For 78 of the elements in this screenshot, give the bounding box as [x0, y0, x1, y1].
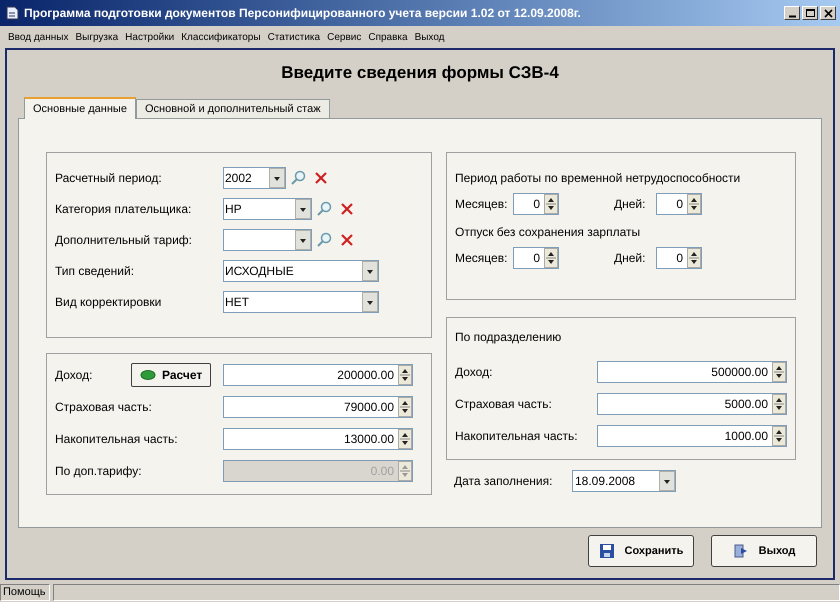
group-title: По подразделению — [455, 329, 562, 346]
field-label: Страховая часть: — [455, 396, 553, 413]
number-field[interactable]: 0 — [656, 193, 702, 215]
spin-arrows-icon — [398, 397, 412, 417]
menu-item[interactable]: Справка — [368, 30, 408, 44]
search-icon[interactable] — [290, 170, 306, 186]
field-label: Дополнительный тариф: — [55, 232, 193, 249]
field-label: Месяцев: — [455, 196, 508, 213]
group-title: Период работы по временной нетрудоспособности — [455, 170, 742, 187]
clear-icon[interactable] — [340, 202, 354, 216]
field-label: Расчетный период: — [55, 170, 163, 187]
field-label: Накопительная часть: — [455, 428, 579, 445]
field-label: Вид корректировки — [55, 294, 162, 311]
door-arrow-icon — [732, 543, 749, 559]
close-button[interactable] — [820, 6, 836, 20]
number-field[interactable]: 0 — [513, 193, 559, 215]
window-title: Программа подготовки документов Персонифицированного учета версии 1.02 от 12.09.2008г. — [24, 5, 582, 22]
number-field[interactable]: 0 — [513, 247, 559, 269]
spin-arrows-icon — [544, 194, 558, 214]
spin-arrows-icon — [687, 194, 701, 214]
dropdown-field[interactable]: 2002 — [223, 167, 286, 189]
form-title: Введите сведения формы СЗВ-4 — [281, 62, 559, 84]
field-label: Дней: — [614, 250, 646, 267]
field-label: По доп.тарифу: — [55, 463, 143, 480]
number-field[interactable]: 13000.00 — [223, 428, 413, 450]
spin-arrows-icon — [544, 248, 558, 268]
number-field[interactable]: 5000.00 — [597, 393, 787, 415]
dropdown-field[interactable]: ИСХОДНЫЕ — [223, 260, 379, 282]
field-label: Доход: — [455, 364, 494, 381]
dropdown-field[interactable]: НР — [223, 198, 312, 220]
spin-arrows-icon — [398, 365, 412, 385]
calc-button[interactable]: Расчет — [131, 363, 212, 387]
search-icon[interactable] — [316, 201, 332, 217]
number-field[interactable]: 79000.00 — [223, 396, 413, 418]
spin-arrows-icon — [398, 461, 412, 481]
number-field[interactable]: 1000.00 — [597, 425, 787, 447]
status-text: Помощь — [3, 584, 46, 600]
spin-arrows-icon — [772, 426, 786, 446]
minimize-icon — [788, 14, 796, 18]
date-field[interactable]: 18.09.2008 — [572, 470, 676, 492]
menu-item[interactable]: Выгрузка — [75, 30, 118, 44]
dropdown-field[interactable]: НЕТ — [223, 291, 379, 313]
tab[interactable]: Основные данные — [24, 97, 136, 119]
menu-item[interactable]: Классификаторы — [181, 30, 261, 44]
spin-arrows-icon — [398, 429, 412, 449]
clear-icon[interactable] — [340, 233, 354, 247]
field-label: Страховая часть: — [55, 399, 153, 416]
field-label: Месяцев: — [455, 250, 508, 267]
maximize-button[interactable] — [802, 6, 818, 20]
menu-item[interactable]: Статистика — [268, 30, 320, 44]
app-icon — [4, 5, 20, 21]
menu-item[interactable]: Выход — [414, 30, 444, 44]
field-label: Дней: — [614, 196, 646, 213]
money-roll-icon — [140, 369, 156, 381]
tab[interactable]: Основной и дополнительный стаж — [136, 99, 330, 118]
maximize-icon — [804, 7, 816, 19]
field-label: Доход: — [55, 367, 94, 384]
close-icon — [822, 7, 834, 19]
field-label: Накопительная часть: — [55, 431, 179, 448]
number-field[interactable]: 0 — [656, 247, 702, 269]
menu-item[interactable]: Ввод данных — [8, 30, 68, 44]
field-label: Дата заполнения: — [454, 473, 554, 490]
menu-item[interactable]: Настройки — [125, 30, 174, 44]
dropdown-field[interactable] — [223, 229, 312, 251]
number-field[interactable]: 200000.00 — [223, 364, 413, 386]
search-icon[interactable] — [316, 232, 332, 248]
group-title: Отпуск без сохранения зарплаты — [455, 224, 642, 241]
menu-item[interactable]: Сервис — [327, 30, 362, 44]
clear-icon[interactable] — [314, 171, 328, 185]
exit-button[interactable]: Выход — [711, 535, 817, 567]
minimize-button[interactable] — [784, 6, 800, 20]
number-field[interactable]: 500000.00 — [597, 361, 787, 383]
spin-arrows-icon — [687, 248, 701, 268]
spin-arrows-icon — [772, 394, 786, 414]
field-label: Категория плательщика: — [55, 201, 192, 218]
field-label: Тип сведений: — [55, 263, 136, 280]
save-button[interactable]: Сохранить — [588, 535, 694, 567]
spin-arrows-icon — [772, 362, 786, 382]
